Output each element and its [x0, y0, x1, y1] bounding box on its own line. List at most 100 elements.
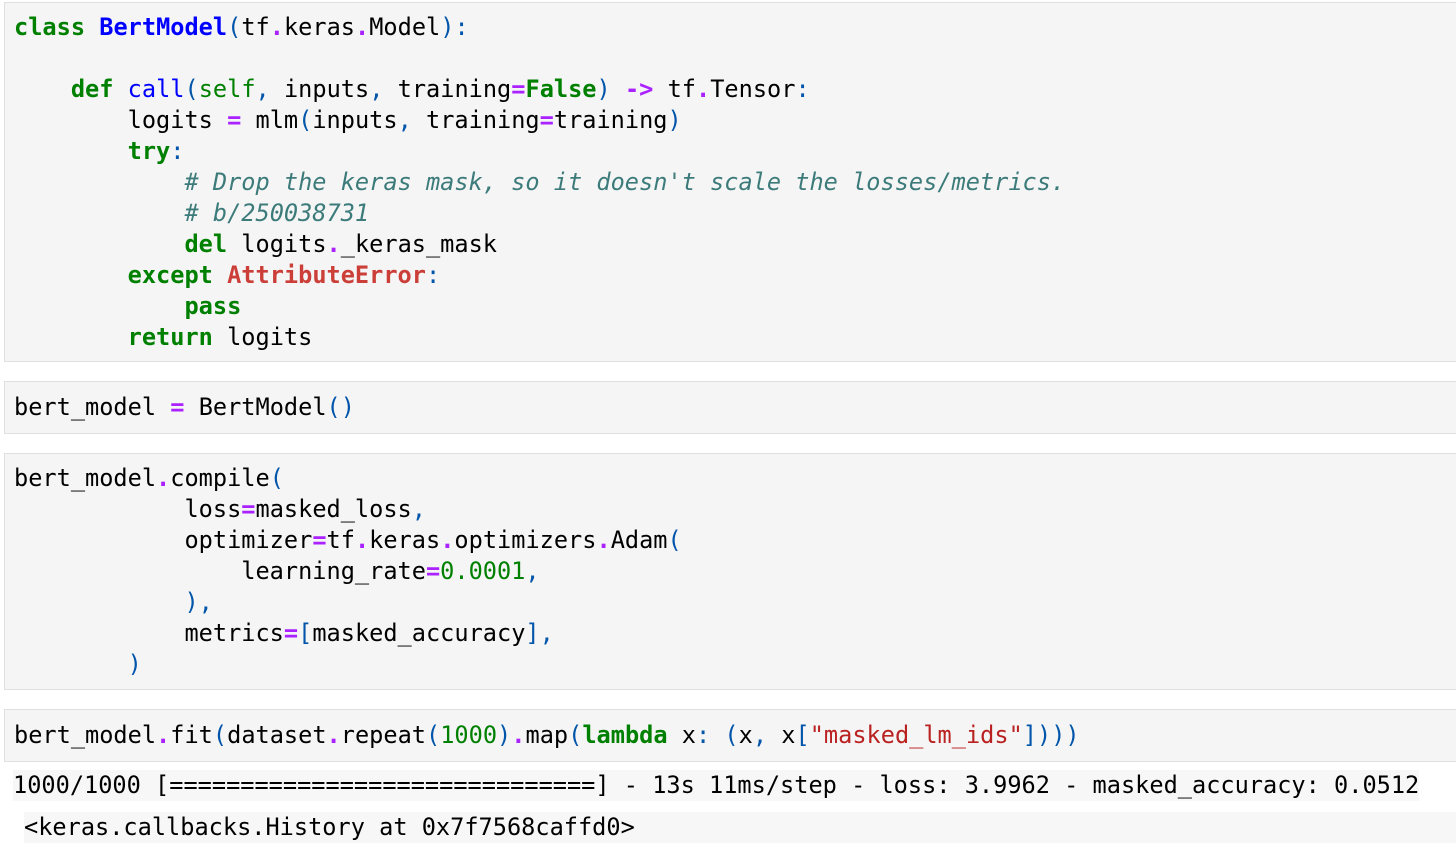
code-token: . [156, 464, 171, 492]
training-progress-output: 1000/1000 [=============================… [13, 770, 1420, 801]
code-token: [ [795, 721, 810, 749]
code-token: training [383, 75, 512, 103]
code-token: tf [326, 526, 355, 554]
code-token: logits [212, 323, 313, 351]
code-token: . [156, 721, 171, 749]
code-token: : [425, 261, 441, 289]
code-line: optimizer=tf.keras.optimizers.Adam( [14, 525, 1456, 556]
code-token: . [354, 13, 370, 41]
code-token: inputs [312, 106, 398, 134]
code-token: ]))) [1022, 721, 1080, 749]
code-token: False [525, 75, 597, 103]
code-cell-compile[interactable]: bert_model.compile( loss=masked_loss, op… [4, 453, 1456, 690]
code-token: = [227, 106, 242, 134]
code-token: ], [525, 619, 554, 647]
code-token: 0.0001 [440, 557, 526, 585]
code-line: # b/250038731 [14, 198, 1456, 229]
code-token: , [752, 721, 768, 749]
code-token: = [241, 495, 256, 523]
code-token: ), [184, 588, 213, 616]
code-token: ( [724, 721, 739, 749]
code-token: , [255, 75, 270, 103]
code-editor[interactable]: bert_model.fit(dataset.repeat(1000).map(… [5, 720, 1456, 751]
code-token: Tensor [710, 75, 796, 103]
code-token: . [326, 721, 341, 749]
code-token: -> [624, 75, 654, 103]
code-token: [ [298, 619, 313, 647]
code-token: ( [212, 721, 228, 749]
code-token: BertModel [99, 13, 228, 41]
code-token: , [397, 106, 412, 134]
code-token: pass [184, 292, 242, 320]
code-token: fit [170, 721, 213, 749]
code-token: . [696, 75, 711, 103]
code-token: = [283, 619, 299, 647]
code-token: ( [269, 464, 284, 492]
code-token: Model [369, 13, 441, 41]
code-token: learning_rate [14, 557, 426, 585]
code-token: # Drop the keras mask, so it doesn't sca… [184, 168, 1066, 196]
code-token: ): [440, 13, 469, 41]
code-cell-fit[interactable]: bert_model.fit(dataset.repeat(1000).map(… [4, 709, 1456, 762]
code-token: inputs [269, 75, 370, 103]
code-token: : [170, 137, 185, 165]
code-token: repeat [340, 721, 426, 749]
code-token: BertModel [184, 393, 327, 421]
code-line: del logits._keras_mask [14, 229, 1456, 260]
code-token: . [511, 721, 526, 749]
code-token: masked_loss [255, 495, 412, 523]
code-token: def [70, 75, 114, 103]
code-token: = [170, 393, 185, 421]
code-line: ) [14, 649, 1456, 680]
code-token: () [326, 393, 355, 421]
code-line: learning_rate=0.0001, [14, 556, 1456, 587]
code-editor[interactable]: bert_model.compile( loss=masked_loss, op… [5, 463, 1456, 680]
code-token: = [425, 557, 441, 585]
code-token: ( [227, 13, 242, 41]
code-line: class BertModel(tf.keras.Model): [14, 12, 1456, 43]
code-cell-instantiate-model[interactable]: bert_model = BertModel() [4, 381, 1456, 434]
code-token: ) [497, 721, 512, 749]
code-token: , [411, 495, 426, 523]
code-token: "masked_lm_ids" [809, 721, 1023, 749]
code-token: x [738, 721, 753, 749]
execution-result-output: <keras.callbacks.History at 0x7f7568caff… [24, 812, 1456, 843]
code-token: : [695, 721, 711, 749]
code-token: ) [127, 650, 142, 678]
code-token: tf [653, 75, 696, 103]
code-line: except AttributeError: [14, 260, 1456, 291]
code-token: class [14, 13, 86, 41]
code-token: metrics [14, 619, 284, 647]
code-line: loss=masked_loss, [14, 494, 1456, 525]
code-cell-bert-model-class[interactable]: class BertModel(tf.keras.Model): def cal… [4, 2, 1456, 362]
code-token: ( [426, 721, 441, 749]
code-line: logits = mlm(inputs, training=training) [14, 105, 1456, 136]
code-editor[interactable]: class BertModel(tf.keras.Model): def cal… [5, 12, 1456, 353]
code-token: x [767, 721, 796, 749]
code-token: bert_model [14, 393, 171, 421]
code-token: optimizers [454, 526, 597, 554]
code-token: Adam [610, 526, 668, 554]
code-token: . [269, 13, 284, 41]
code-token: . [596, 526, 611, 554]
code-token: map [525, 721, 569, 749]
code-line: try: [14, 136, 1456, 167]
code-token: lambda [582, 721, 668, 749]
code-line: return logits [14, 322, 1456, 353]
code-token: logits [14, 106, 228, 134]
code-token: = [312, 526, 327, 554]
code-token: optimizer [14, 526, 313, 554]
code-editor[interactable]: bert_model = BertModel() [5, 392, 1456, 423]
